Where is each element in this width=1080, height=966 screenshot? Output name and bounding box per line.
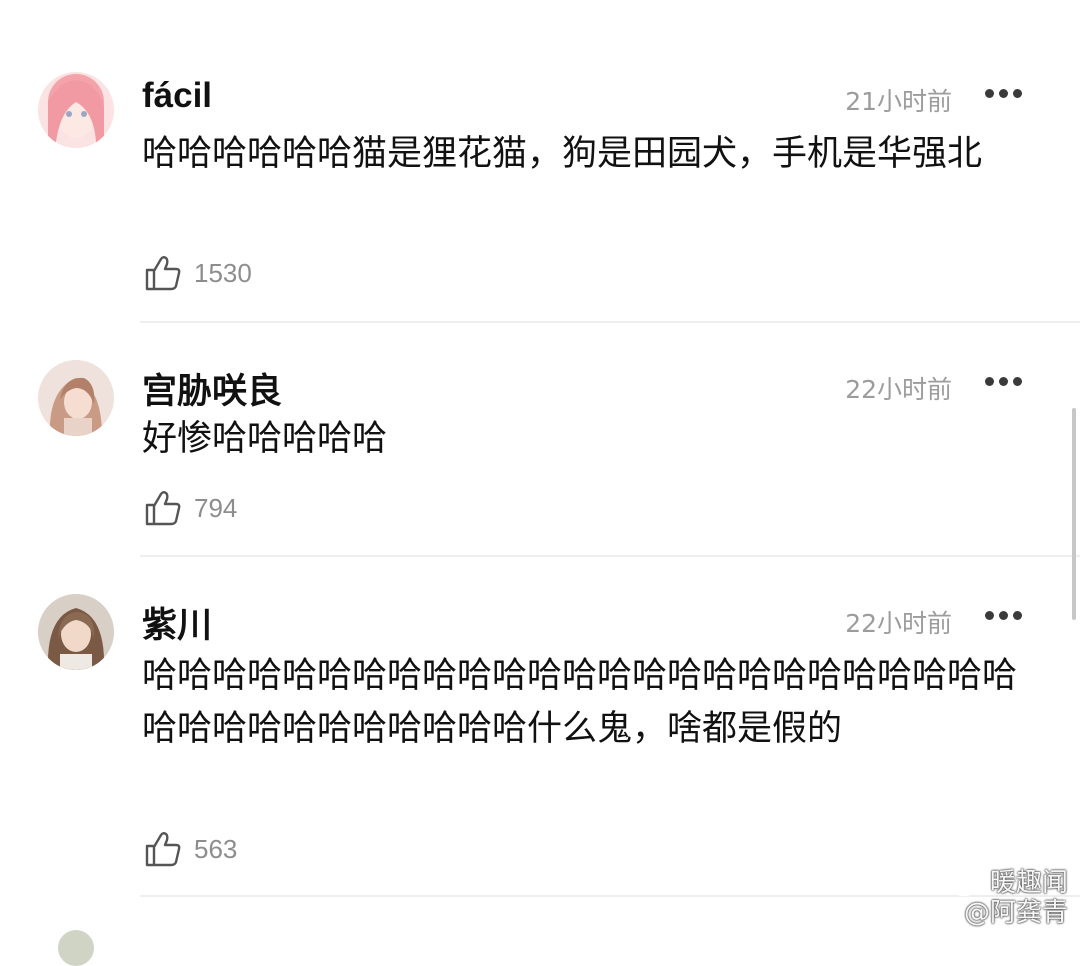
avatar[interactable] (38, 594, 114, 670)
comment-time: 21小时前 (845, 87, 952, 116)
like-button[interactable]: 563 (144, 829, 237, 869)
like-count: 563 (194, 833, 238, 864)
avatar[interactable] (38, 360, 114, 436)
comment-text: 哈哈哈哈哈哈猫是狸花猫，狗是田园犬，手机是华强北 (142, 134, 983, 174)
thumbs-up-icon (145, 491, 181, 526)
avatar[interactable] (58, 930, 94, 966)
thumbs-up-icon (145, 256, 181, 291)
username[interactable]: 紫川 (142, 597, 212, 648)
more-dots-icon[interactable] (985, 611, 1023, 621)
comment-time: 22小时前 (845, 375, 952, 404)
comment-text: 哈哈哈哈哈哈哈哈哈哈哈哈哈哈哈哈哈哈哈哈哈哈哈哈哈哈哈哈哈哈哈哈哈哈哈哈什么鬼，… (142, 656, 1018, 749)
username[interactable]: 宫胁咲良 (142, 363, 282, 414)
more-dots-icon[interactable] (985, 377, 1023, 387)
like-button[interactable]: 794 (144, 488, 237, 528)
more-dots-icon[interactable] (985, 89, 1023, 99)
divider (140, 555, 1080, 557)
watermark: 暖趣闻 @阿龚青 (950, 868, 1068, 928)
weibo-logo-icon (950, 872, 983, 897)
avatar[interactable] (38, 72, 114, 148)
watermark-line2: @阿龚青 (963, 898, 1068, 928)
like-button[interactable]: 1530 (144, 253, 252, 293)
username[interactable]: fácil (142, 76, 212, 116)
comment-time: 22小时前 (845, 609, 952, 638)
like-count: 794 (194, 492, 238, 523)
like-count: 1530 (194, 257, 252, 288)
divider (140, 321, 1080, 323)
comment-text: 好惨哈哈哈哈哈 (142, 419, 388, 459)
scrollbar[interactable] (1072, 408, 1076, 620)
divider (140, 895, 1080, 897)
watermark-line1: 暖趣闻 (989, 868, 1068, 898)
thumbs-up-icon (145, 832, 181, 867)
